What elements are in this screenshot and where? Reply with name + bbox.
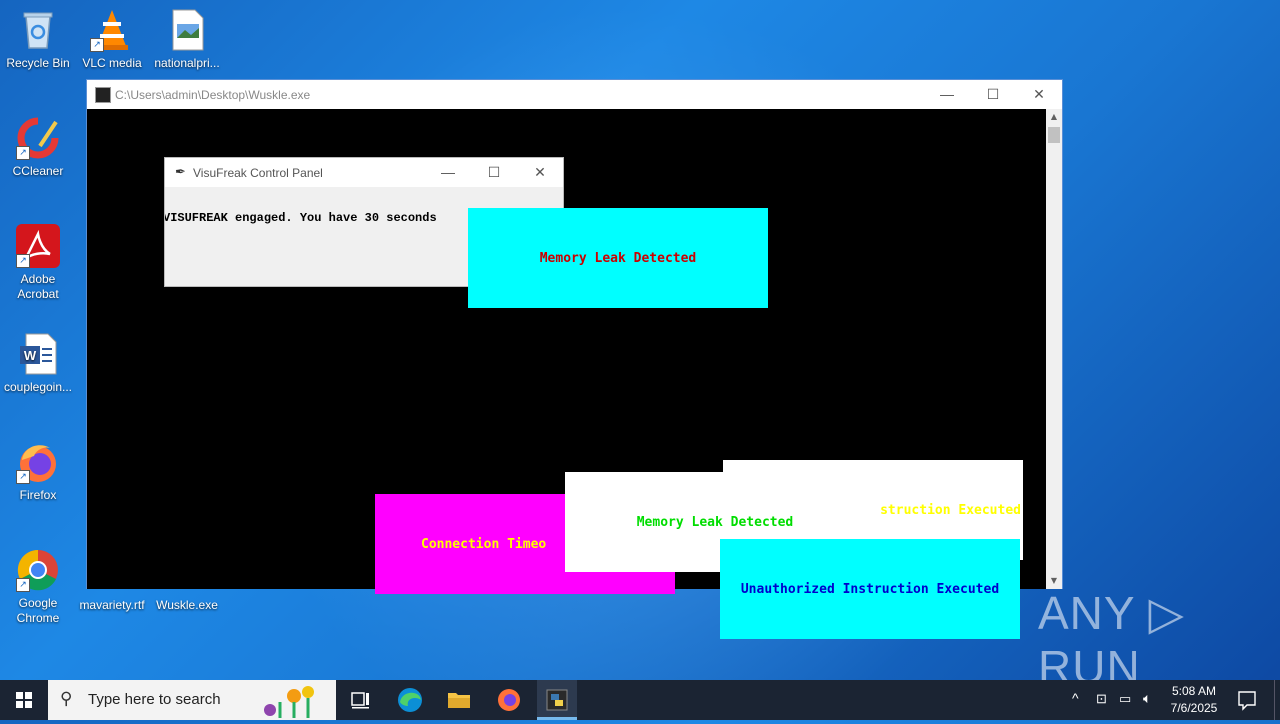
feather-icon: ✒ (175, 164, 186, 179)
firefox-icon: ↗ (16, 440, 60, 484)
taskbar-edge-button[interactable] (390, 680, 430, 720)
console-scrollbar[interactable]: ▲ ▼ (1046, 109, 1062, 589)
clock-time: 5:08 AM (1171, 684, 1217, 698)
maximize-button[interactable]: ☐ (970, 80, 1016, 109)
desktop-icon-label: VLC media (82, 56, 142, 70)
desktop-icon-wuskle[interactable]: Wuskle.exe (149, 598, 225, 613)
taskbar: ⚲ Type here to search ^ ⊡ ▭ 🔈︎ 5:08 AM 7… (0, 680, 1280, 720)
tray-device-icon-button[interactable]: ⊡ (1094, 680, 1112, 720)
anyrun-watermark: ANY ▷ RUN (1038, 587, 1280, 693)
search-icon: ⚲ (60, 689, 73, 708)
show-desktop-button[interactable] (1274, 680, 1280, 720)
console-titlebar[interactable]: C:\Users\admin\Desktop\Wuskle.exe — ☐ ✕ (87, 80, 1062, 109)
image-file-icon (165, 8, 209, 52)
scroll-up-icon[interactable]: ▲ (1046, 109, 1062, 125)
word-document-icon: W (16, 332, 60, 376)
svg-text:W: W (24, 348, 37, 363)
shortcut-arrow-icon: ↗ (16, 254, 30, 268)
taskbar-file-explorer-button[interactable] (439, 680, 479, 720)
shortcut-arrow-icon: ↗ (16, 470, 30, 484)
recycle-bin-icon (16, 8, 60, 52)
panel-maximize-button[interactable]: ☐ (471, 158, 517, 187)
popup-text: Connection Timeo (421, 536, 547, 552)
console-app-icon (95, 87, 111, 103)
scrollbar-thumb[interactable] (1048, 127, 1060, 143)
python-app-icon (546, 689, 568, 711)
ccleaner-icon: ↗ (16, 116, 60, 160)
windows-logo-icon (16, 692, 32, 708)
popup-text: Unauthorized Instruction Executed (740, 581, 1000, 597)
desktop-icon-recycle-bin[interactable]: Recycle Bin (0, 8, 76, 71)
show-hidden-icons-button[interactable]: ^ (1070, 680, 1088, 720)
vlc-cone-icon: ↗ (90, 8, 134, 52)
taskbar-search-box[interactable]: ⚲ Type here to search (48, 680, 336, 720)
desktop-icon-firefox[interactable]: ↗ Firefox (0, 440, 76, 503)
network-icon: ▭ (1119, 691, 1132, 706)
desktop-icon-ccleaner[interactable]: ↗ CCleaner (0, 116, 76, 179)
desktop-icon-label: nationalpri... (154, 56, 220, 70)
shortcut-arrow-icon: ↗ (90, 38, 104, 52)
panel-message: VISUFREAK engaged. You have 30 seconds (164, 211, 437, 225)
action-center-button[interactable] (1230, 680, 1264, 720)
start-button[interactable] (0, 680, 48, 720)
adobe-acrobat-icon: ↗ (16, 224, 60, 268)
taskbar-firefox-button[interactable] (489, 680, 529, 720)
task-view-icon (351, 692, 369, 709)
desktop-icon-label: Google Chrome (16, 596, 60, 625)
panel-window-title: VisuFreak Control Panel (193, 166, 323, 180)
panel-close-button[interactable]: ✕ (517, 158, 563, 187)
close-button[interactable]: ✕ (1016, 80, 1062, 109)
search-flowers-decoration-icon (264, 686, 314, 718)
desktop-icon-nationalpri[interactable]: nationalpri... (149, 8, 225, 71)
console-window-title: C:\Users\admin\Desktop\Wuskle.exe (115, 88, 311, 102)
desktop-icon-google-chrome[interactable]: ↗ Google Chrome (0, 548, 76, 626)
notification-icon (1238, 691, 1256, 711)
chevron-up-icon: ^ (1072, 690, 1079, 706)
desktop-icon-mavariety[interactable]: mavariety.rtf (74, 598, 150, 613)
desktop-icon-label: Wuskle.exe (156, 598, 218, 612)
taskbar-wuskle-button[interactable] (537, 680, 577, 720)
chrome-icon: ↗ (16, 548, 60, 592)
edge-icon (398, 688, 422, 712)
firefox-icon (498, 689, 520, 711)
desktop-icon-label: Adobe Acrobat (17, 272, 59, 301)
desktop-icon-label: Recycle Bin (6, 56, 70, 70)
task-view-button[interactable] (340, 680, 380, 720)
panel-titlebar[interactable]: ✒ VisuFreak Control Panel — ☐ ✕ (165, 158, 563, 187)
tray-network-button[interactable]: ▭ (1117, 680, 1137, 720)
popup-unauthorized-instruction: Unauthorized Instruction Executed (720, 539, 1020, 639)
desktop-icon-label: mavariety.rtf (79, 598, 145, 612)
device-icon: ⊡ (1096, 691, 1107, 706)
popup-text: Memory Leak Detected (636, 514, 794, 530)
shortcut-arrow-icon: ↗ (16, 146, 30, 160)
popup-memory-leak-top: Memory Leak Detected (468, 208, 768, 308)
shortcut-arrow-icon: ↗ (16, 578, 30, 592)
tray-volume-button[interactable]: 🔈︎ (1141, 680, 1161, 720)
desktop-icon-adobe-acrobat[interactable]: ↗ Adobe Acrobat (0, 224, 76, 302)
popup-text: Memory Leak Detected (539, 250, 697, 266)
popup-text: struction Executed (880, 502, 1021, 518)
tray-clock[interactable]: 5:08 AM 7/6/2025 (1164, 680, 1224, 720)
panel-minimize-button[interactable]: — (425, 158, 471, 187)
desktop-icon-label: Firefox (19, 488, 57, 502)
clock-date: 7/6/2025 (1170, 701, 1218, 715)
desktop-icon-couplegoin[interactable]: W couplegoin... (0, 332, 76, 395)
folder-icon (448, 693, 470, 708)
volume-icon: 🔈︎ (1143, 690, 1152, 706)
minimize-button[interactable]: — (924, 80, 970, 109)
desktop-icon-label: CCleaner (12, 164, 64, 178)
watermark-text: ANY ▷ RUN (1038, 587, 1185, 693)
desktop-icon-label: couplegoin... (3, 380, 73, 394)
search-placeholder: Type here to search (88, 691, 221, 708)
desktop-icon-vlc[interactable]: ↗ VLC media (74, 8, 150, 71)
